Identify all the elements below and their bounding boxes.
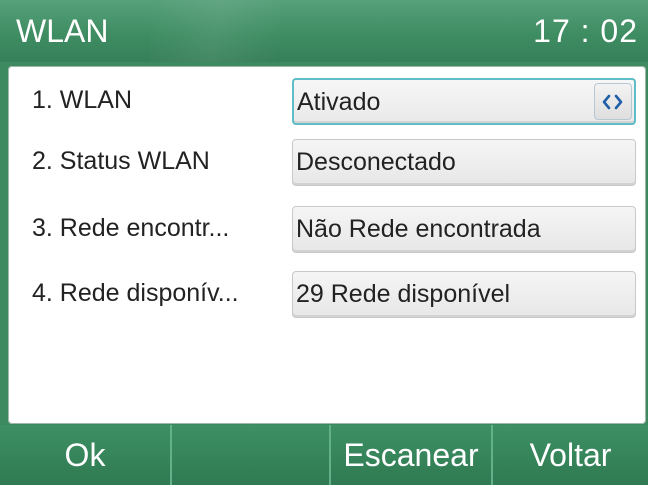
- row-label-wlan-status: 2. Status WLAN: [32, 147, 210, 175]
- wlan-select[interactable]: Ativado: [292, 78, 636, 125]
- row-label-available-network: 4. Rede disponív...: [32, 279, 239, 307]
- wlan-select-value: Ativado: [297, 88, 381, 116]
- available-network-field[interactable]: 29 Rede disponível: [292, 271, 636, 318]
- left-right-arrows-icon[interactable]: [594, 83, 632, 120]
- row-wlan-status[interactable]: 2. Status WLAN Desconectado: [8, 133, 646, 189]
- row-label-found-network: 3. Rede encontr...: [32, 214, 230, 242]
- wlan-status-value: Desconectado: [296, 148, 456, 176]
- row-found-network[interactable]: 3. Rede encontr... Não Rede encontrada: [8, 200, 646, 256]
- back-softkey[interactable]: Voltar: [493, 425, 648, 485]
- empty-softkey[interactable]: [172, 425, 329, 485]
- row-available-network[interactable]: 4. Rede disponív... 29 Rede disponível: [8, 265, 646, 321]
- page-title: WLAN: [16, 13, 109, 49]
- wlan-status-field[interactable]: Desconectado: [292, 139, 636, 186]
- wlan-screen: WLAN 17 : 02 1. WLAN Ativado 2. Status W…: [0, 0, 648, 485]
- title-bar: WLAN 17 : 02: [0, 0, 648, 62]
- found-network-value: Não Rede encontrada: [296, 215, 541, 243]
- softkey-bar: Ok Escanear Voltar: [0, 425, 648, 485]
- settings-list: 1. WLAN Ativado 2. Status WLAN Desconect…: [8, 66, 646, 424]
- found-network-field[interactable]: Não Rede encontrada: [292, 206, 636, 253]
- available-network-value: 29 Rede disponível: [296, 280, 511, 308]
- scan-softkey[interactable]: Escanear: [331, 425, 491, 485]
- ok-softkey[interactable]: Ok: [0, 425, 170, 485]
- row-wlan[interactable]: 1. WLAN Ativado: [8, 72, 646, 128]
- row-label-wlan: 1. WLAN: [32, 86, 133, 114]
- clock: 17 : 02: [533, 13, 638, 49]
